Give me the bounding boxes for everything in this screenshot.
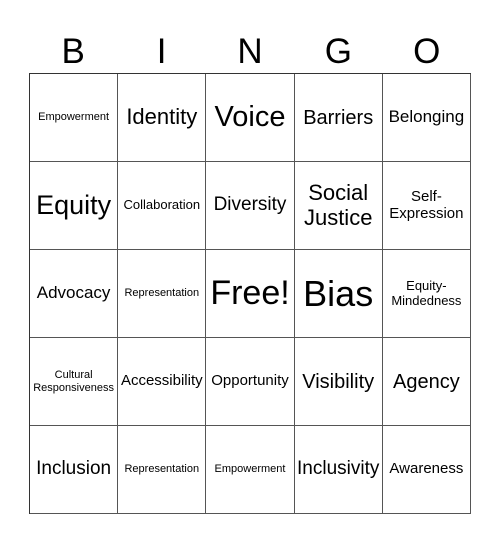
bingo-cell[interactable]: Representation [118, 426, 207, 514]
bingo-cell[interactable]: Self-Expression [382, 162, 471, 250]
header-letter-o: O [413, 32, 441, 71]
bingo-cell[interactable]: Collaboration [118, 162, 207, 250]
bingo-cell[interactable]: Accessibility [118, 338, 207, 426]
bingo-cell[interactable]: Inclusion [30, 426, 119, 514]
bingo-cell[interactable]: Diversity [206, 162, 295, 250]
bingo-cell[interactable]: Equity-Mindedness [382, 250, 471, 338]
bingo-cell[interactable]: Awareness [382, 426, 471, 514]
bingo-cell[interactable]: Opportunity [206, 338, 295, 426]
bingo-cell[interactable]: Agency [382, 338, 471, 426]
bingo-cell[interactable]: Social Justice [294, 162, 383, 250]
bingo-cell[interactable]: Cultural Responsiveness [30, 338, 119, 426]
free-space-cell[interactable]: Free! [206, 250, 295, 338]
bingo-cell[interactable]: Advocacy [30, 250, 119, 338]
bingo-cell[interactable]: Empowerment [30, 74, 119, 162]
bingo-cell[interactable]: Voice [206, 74, 295, 162]
bingo-header: B I N G O [29, 30, 471, 73]
header-letter-i: I [156, 32, 167, 71]
bingo-cell[interactable]: Empowerment [206, 426, 295, 514]
bingo-cell[interactable]: Bias [294, 250, 383, 338]
bingo-cell[interactable]: Representation [118, 250, 207, 338]
header-letter-n: N [237, 32, 263, 71]
header-letter-g: G [324, 32, 352, 71]
header-letter-b: B [61, 32, 85, 71]
bingo-cell[interactable]: Inclusivity [294, 426, 383, 514]
bingo-cell[interactable]: Equity [30, 162, 119, 250]
bingo-cell[interactable]: Belonging [382, 74, 471, 162]
bingo-cell[interactable]: Identity [118, 74, 207, 162]
bingo-cell[interactable]: Visibility [294, 338, 383, 426]
bingo-cell[interactable]: Barriers [294, 74, 383, 162]
bingo-grid: Empowerment Identity Voice Barriers Belo… [29, 73, 471, 514]
